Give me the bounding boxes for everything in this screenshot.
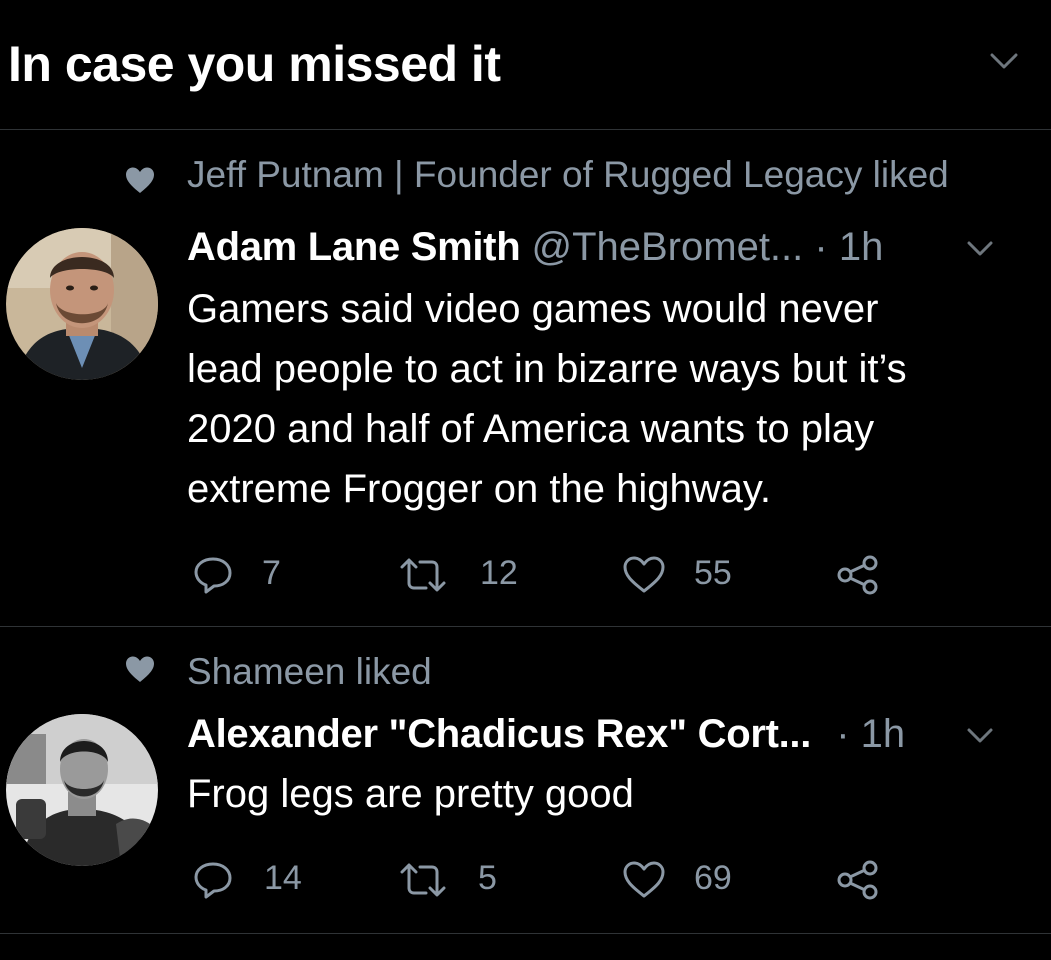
like-count: 69 [694, 859, 732, 897]
like-button[interactable]: 69 [622, 856, 742, 906]
share-button[interactable] [834, 856, 884, 906]
social-context[interactable]: Jeff Putnam | Founder of Rugged Legacy l… [187, 153, 949, 197]
tweet-header: Adam Lane Smith @TheBromet... · 1h [187, 223, 883, 271]
reply-count: 7 [262, 554, 281, 592]
retweet-count: 12 [480, 554, 518, 592]
timeline: In case you missed it Jeff Putnam | Foun… [0, 0, 1051, 960]
share-icon [837, 555, 878, 595]
separator-dot: · [836, 712, 850, 756]
chevron-down-icon[interactable] [986, 48, 1022, 74]
like-count: 55 [694, 554, 732, 592]
chevron-down-icon[interactable] [962, 235, 998, 261]
timestamp[interactable]: 1h [839, 225, 884, 269]
reply-button[interactable]: 7 [192, 551, 312, 601]
tweet-text: Frog legs are pretty good [187, 764, 1027, 824]
tweet-text: Gamers said video games would never lead… [187, 279, 1027, 519]
retweet-button[interactable]: 5 [398, 856, 528, 906]
tweet-text-line: lead people to act in bizarre ways but i… [187, 347, 907, 391]
retweet-icon [400, 558, 446, 592]
social-context[interactable]: Shameen liked [187, 650, 432, 694]
chevron-down-icon[interactable] [962, 722, 998, 748]
heart-filled-icon [126, 656, 154, 682]
tweet-text-line: Gamers said video games would never [187, 287, 879, 331]
tweet-actions: 14 5 69 [0, 856, 1051, 906]
tweet[interactable]: Jeff Putnam | Founder of Rugged Legacy l… [0, 131, 1051, 627]
display-name[interactable]: Adam Lane Smith [187, 225, 521, 269]
reply-icon [194, 862, 232, 899]
retweet-icon [400, 863, 446, 897]
reply-icon [194, 557, 232, 594]
tweet-text-line: 2020 and half of America wants to play [187, 407, 875, 451]
retweet-count: 5 [478, 859, 497, 897]
separator-dot: · [814, 225, 828, 269]
tweet-text-line: Frog legs are pretty good [187, 772, 634, 816]
reply-count: 14 [264, 859, 302, 897]
display-name[interactable]: Alexander "Chadicus Rex" Cort... [187, 712, 811, 756]
timestamp[interactable]: 1h [861, 712, 906, 756]
share-button[interactable] [834, 551, 884, 601]
share-icon [837, 860, 878, 900]
section-header: In case you missed it [0, 0, 1051, 130]
avatar[interactable] [6, 714, 158, 866]
tweet-actions: 7 12 55 [0, 551, 1051, 601]
tweet-text-line: extreme Frogger on the highway. [187, 467, 772, 511]
section-title: In case you missed it [8, 36, 501, 92]
retweet-button[interactable]: 12 [398, 551, 528, 601]
user-handle[interactable]: @TheBromet... [531, 225, 803, 269]
avatar[interactable] [6, 228, 158, 380]
tweet[interactable]: Shameen liked Alexander "Chadicus Rex" C… [0, 628, 1051, 934]
tweet-header: Alexander "Chadicus Rex" Cort... · 1h [187, 710, 905, 758]
heart-filled-icon [126, 167, 154, 193]
heart-icon [623, 556, 665, 593]
like-button[interactable]: 55 [622, 551, 742, 601]
heart-icon [623, 861, 665, 898]
reply-button[interactable]: 14 [192, 856, 312, 906]
